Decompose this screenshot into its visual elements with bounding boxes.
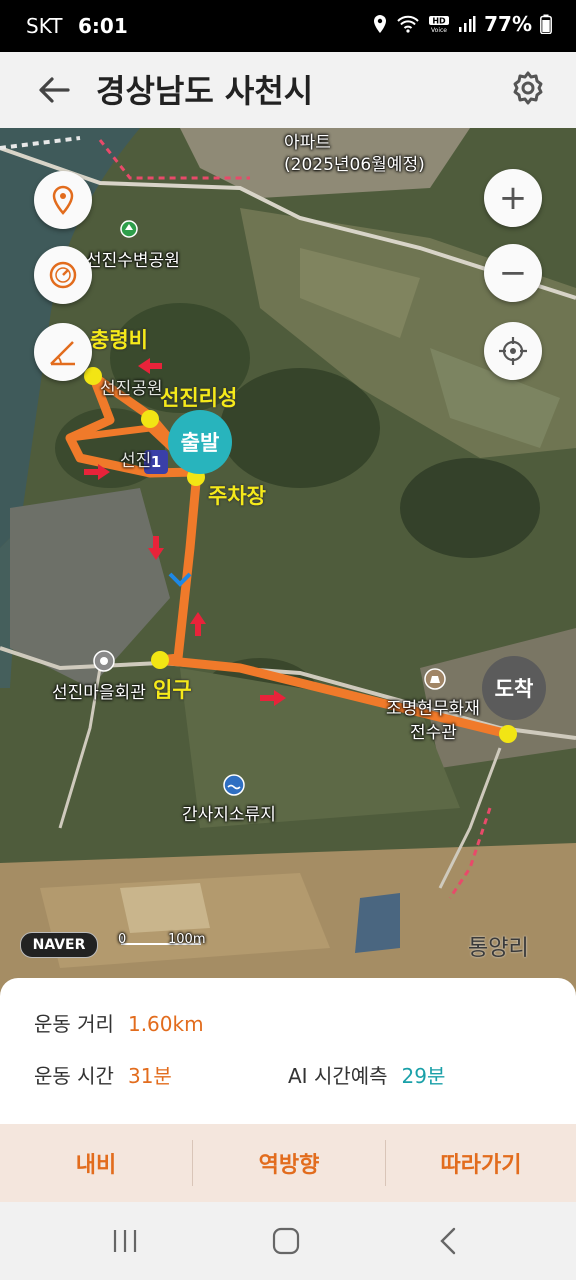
park-poi-icon[interactable] bbox=[120, 220, 138, 238]
page-title: 경상남도 사천시 bbox=[96, 72, 314, 110]
hd-voice-icon: HDVoice bbox=[429, 16, 450, 34]
scale-distance-label: 100m bbox=[168, 932, 206, 947]
annotation-parking: 주차장 bbox=[208, 484, 266, 508]
annotation-memorial: 충령비 bbox=[90, 328, 148, 352]
export-button[interactable]: 내비 bbox=[0, 1124, 192, 1202]
distance-row: 운동 거리 1.60km bbox=[34, 1008, 204, 1037]
battery-icon bbox=[540, 14, 552, 34]
naver-logo: NAVER bbox=[20, 932, 98, 958]
village-name-label: 통양리 bbox=[468, 936, 529, 961]
zoom-in-button[interactable]: + bbox=[484, 169, 542, 227]
end-marker[interactable]: 도착 bbox=[482, 656, 546, 720]
carrier-label: SKT bbox=[26, 14, 63, 38]
settings-gear-icon[interactable] bbox=[508, 68, 548, 108]
ai-prediction-value: 29분 bbox=[401, 1064, 446, 1088]
zoom-out-button[interactable]: − bbox=[484, 244, 542, 302]
ai-prediction-label: AI 시간예측 bbox=[288, 1064, 388, 1088]
hall-poi-icon[interactable] bbox=[93, 650, 115, 672]
status-bar: SKT 6:01 HD Voice 77% bbox=[0, 0, 576, 52]
slope-icon bbox=[50, 341, 75, 366]
speedometer-button[interactable] bbox=[34, 246, 92, 304]
apartment-date-label: (2025년06월예정) bbox=[284, 155, 425, 175]
clock: 6:01 bbox=[78, 14, 128, 38]
park-label: 선진수변공원 bbox=[86, 251, 180, 271]
battery-percent: 77% bbox=[484, 12, 532, 36]
ai-prediction-row: AI 시간예측 29분 bbox=[288, 1060, 445, 1089]
treasure-poi-icon[interactable] bbox=[424, 668, 446, 690]
pond-poi-icon[interactable] bbox=[223, 774, 245, 796]
slope-button[interactable] bbox=[34, 323, 92, 381]
reverse-button[interactable]: 역방향 bbox=[193, 1124, 385, 1202]
back-icon[interactable] bbox=[424, 1220, 474, 1262]
map-view[interactable]: 1 아파트 (2025년06월예정) 선진수변공원 선진공원 선진 선진마을회관… bbox=[0, 128, 576, 998]
scale-zero-label: 0 bbox=[118, 932, 127, 947]
back-arrow-icon[interactable] bbox=[34, 70, 74, 110]
crosshair-icon bbox=[499, 337, 527, 365]
time-label: 운동 시간 bbox=[34, 1064, 114, 1088]
svg-text:Voice: Voice bbox=[431, 27, 447, 34]
app-bar: 경상남도 사천시 bbox=[0, 52, 576, 128]
location-pin-icon bbox=[52, 185, 74, 215]
fortress-partial-label: 선진 bbox=[120, 451, 152, 471]
action-bar: 내비 역방향 따라가기 bbox=[0, 1124, 576, 1202]
location-pin-button[interactable] bbox=[34, 171, 92, 229]
annotation-entrance: 입구 bbox=[153, 678, 192, 702]
pond-label: 간사지소류지 bbox=[182, 805, 276, 825]
signal-icon bbox=[459, 16, 476, 32]
location-icon bbox=[374, 15, 387, 33]
home-icon[interactable] bbox=[261, 1220, 311, 1262]
wifi-icon bbox=[397, 15, 419, 33]
minus-icon: − bbox=[498, 253, 528, 293]
speedometer-icon bbox=[49, 261, 77, 289]
follow-button[interactable]: 따라가기 bbox=[386, 1124, 576, 1202]
time-row: 운동 시간 31분 bbox=[34, 1060, 172, 1089]
time-value: 31분 bbox=[127, 1064, 172, 1088]
park-partial-label: 선진공원 bbox=[100, 379, 163, 399]
svg-text:HD: HD bbox=[432, 17, 446, 26]
recent-apps-icon[interactable] bbox=[100, 1220, 150, 1262]
village-hall-label: 선진마을회관 bbox=[52, 683, 146, 703]
annotation-castle: 선진리성 bbox=[160, 386, 238, 410]
system-nav-bar bbox=[0, 1202, 576, 1280]
distance-value: 1.60km bbox=[127, 1012, 204, 1036]
treasure-label-2: 전수관 bbox=[410, 723, 457, 743]
distance-label: 운동 거리 bbox=[34, 1012, 114, 1036]
plus-icon: + bbox=[498, 178, 528, 218]
treasure-label-1: 조명현무화재 bbox=[386, 699, 480, 719]
start-marker[interactable]: 출발 bbox=[168, 410, 232, 474]
current-location-button[interactable] bbox=[484, 322, 542, 380]
